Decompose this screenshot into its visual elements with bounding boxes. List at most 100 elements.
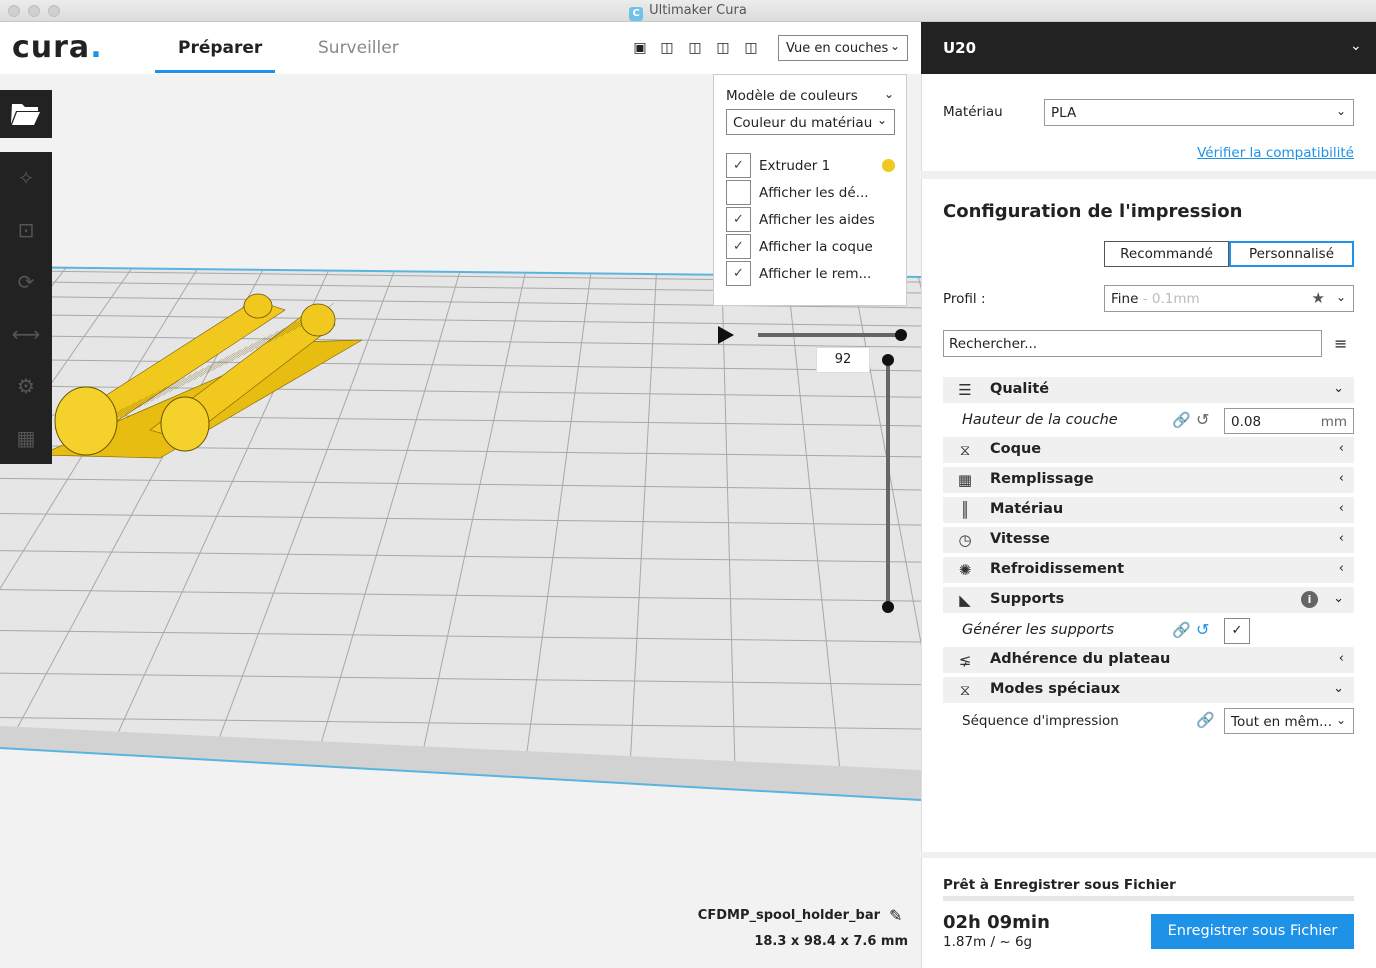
open-file-button[interactable]: [0, 90, 52, 138]
model-dimensions: 18.3 x 98.4 x 7.6 mm: [754, 934, 908, 949]
link-icon[interactable]: 🔗: [1172, 411, 1191, 429]
recommended-mode-button[interactable]: Recommandé: [1104, 241, 1229, 267]
link-icon[interactable]: 🔗: [1172, 621, 1191, 639]
per-model-settings-icon[interactable]: ⚙: [10, 372, 42, 400]
build-plate-surface: [0, 267, 921, 800]
cura-logo: cura.: [12, 30, 103, 65]
info-icon[interactable]: i: [1301, 591, 1318, 608]
left-view-icon[interactable]: ◫: [715, 40, 731, 56]
show-infill-checkbox[interactable]: ✓: [726, 261, 751, 286]
category-material[interactable]: ║ Matériau ‹: [943, 497, 1354, 523]
category-infill[interactable]: ▦ Remplissage ‹: [943, 467, 1354, 493]
right-view-icon[interactable]: ◫: [743, 40, 759, 56]
layer-max-handle: [882, 354, 894, 366]
chevron-left-icon: ‹: [1338, 561, 1344, 576]
check-compatibility-link[interactable]: Vérifier la compatibilité: [1100, 145, 1354, 161]
chevron-down-icon: ⌄: [1333, 381, 1344, 396]
reset-icon[interactable]: ↺: [1196, 620, 1209, 639]
chevron-down-icon[interactable]: ⌄: [1350, 38, 1362, 54]
category-quality[interactable]: ☰ Qualité ⌄: [943, 377, 1354, 403]
chevron-down-icon: ⌄: [889, 39, 900, 53]
chevron-left-icon: ‹: [1338, 441, 1344, 456]
printer-name: U20: [943, 39, 977, 57]
show-helpers-checkbox[interactable]: ✓: [726, 207, 751, 232]
tab-monitor[interactable]: Surveiller: [318, 38, 399, 58]
cura-app-icon: C: [629, 7, 644, 21]
category-speed[interactable]: ◷ Vitesse ‹: [943, 527, 1354, 553]
3d-view-icon[interactable]: ▣: [632, 40, 648, 56]
chevron-left-icon: ‹: [1338, 651, 1344, 666]
tools-toolbar: ✧ ⊡ ⟳ ⟷ ⚙ ▦: [0, 152, 52, 464]
current-layer-label[interactable]: 92: [816, 347, 870, 373]
show-travels-checkbox[interactable]: [726, 180, 751, 205]
divider: [921, 171, 1376, 179]
output-status: Prêt à Enregistrer sous Fichier: [943, 877, 1176, 893]
print-setup-title: Configuration de l'impression: [943, 201, 1243, 222]
top-view-icon[interactable]: ◫: [687, 40, 703, 56]
chevron-down-icon: ⌄: [1333, 591, 1344, 606]
shell-icon: ⧖: [959, 441, 971, 459]
save-to-file-button[interactable]: Enregistrer sous Fichier: [1151, 914, 1354, 949]
move-icon[interactable]: ✧: [10, 164, 42, 192]
profile-select[interactable]: Fine - 0.1mm ★ ⌄: [1104, 285, 1354, 312]
chevron-down-icon: ⌄: [876, 113, 887, 127]
link-icon[interactable]: 🔗: [1196, 711, 1215, 729]
extruder-color-swatch: [882, 159, 895, 172]
chevron-left-icon: ‹: [1338, 471, 1344, 486]
category-cooling[interactable]: ✺ Refroidissement ‹: [943, 557, 1354, 583]
mirror-icon[interactable]: ⟷: [10, 320, 42, 348]
custom-mode-button[interactable]: Personnalisé: [1229, 241, 1354, 267]
support-icon: ◣: [959, 591, 971, 609]
category-support[interactable]: ◣ Supports i ⌄: [943, 587, 1354, 613]
material-select[interactable]: PLA ⌄: [1044, 99, 1354, 126]
print-time: 02h 09min: [943, 912, 1050, 933]
chevron-left-icon: ‹: [1338, 531, 1344, 546]
edit-pencil-icon[interactable]: ✎: [889, 906, 902, 925]
progress-bar: [943, 896, 1354, 901]
printer-selector[interactable]: [921, 22, 1376, 74]
settings-sidebar: [921, 22, 1376, 968]
chevron-down-icon: ⌄: [1333, 681, 1344, 696]
layer-height-label: Hauteur de la couche: [962, 412, 1118, 428]
support-blocker-icon[interactable]: ▦: [10, 424, 42, 452]
chevron-left-icon: ‹: [1338, 501, 1344, 516]
color-scheme-select[interactable]: Couleur du matériau ⌄: [726, 109, 895, 135]
star-icon[interactable]: ★: [1312, 289, 1325, 307]
rotate-icon[interactable]: ⟳: [10, 268, 42, 296]
settings-visibility-menu-icon[interactable]: ≡: [1334, 334, 1347, 353]
speed-icon: ◷: [958, 531, 972, 549]
view-mode-select[interactable]: Vue en couches ⌄: [778, 35, 908, 61]
color-scheme-label: Modèle de couleurs: [726, 88, 858, 104]
window-title: C Ultimaker Cura: [0, 3, 1376, 21]
print-sequence-label: Séquence d'impression: [962, 713, 1119, 729]
show-shell-checkbox[interactable]: ✓: [726, 234, 751, 259]
layer-min-handle: [882, 601, 894, 613]
infill-icon: ▦: [957, 471, 973, 489]
generate-support-checkbox[interactable]: ✓: [1224, 618, 1250, 644]
layer-view-panel: Modèle de couleurs ⌄ Couleur du matériau…: [713, 74, 907, 306]
category-special-modes[interactable]: ⧖ Modes spéciaux ⌄: [943, 677, 1354, 703]
settings-search-input[interactable]: Rechercher...: [943, 330, 1322, 357]
setting-generate-support: Générer les supports 🔗 ↺ ✓: [943, 617, 1354, 645]
material-usage: 1.87m / ~ 6g: [943, 934, 1033, 950]
category-adhesion[interactable]: ⪇ Adhérence du plateau ‹: [943, 647, 1354, 673]
print-sequence-select[interactable]: Tout en mêm... ⌄: [1224, 708, 1354, 734]
chevron-down-icon[interactable]: ⌄: [884, 87, 894, 101]
front-view-icon[interactable]: ◫: [659, 40, 675, 56]
model-name: CFDMP_spool_holder_bar: [697, 908, 880, 923]
quality-icon: ☰: [958, 381, 972, 399]
chevron-down-icon: ⌄: [1335, 104, 1346, 118]
chevron-down-icon: ⌄: [1335, 290, 1346, 304]
tab-prepare[interactable]: Préparer: [178, 38, 262, 58]
active-tab-indicator: [155, 70, 275, 73]
scale-icon[interactable]: ⊡: [10, 216, 42, 244]
extruder-1-checkbox[interactable]: ✓: [726, 153, 751, 178]
category-shell[interactable]: ⧖ Coque ‹: [943, 437, 1354, 463]
show-travels-label: Afficher les dé...: [759, 185, 869, 201]
reset-icon[interactable]: ↺: [1196, 410, 1209, 429]
chevron-down-icon: ⌄: [1335, 713, 1346, 727]
generate-support-label: Générer les supports: [962, 622, 1115, 638]
divider: [921, 852, 1376, 858]
adhesion-icon: ⪇: [958, 651, 972, 669]
layer-height-input[interactable]: 0.08 mm: [1224, 408, 1354, 434]
